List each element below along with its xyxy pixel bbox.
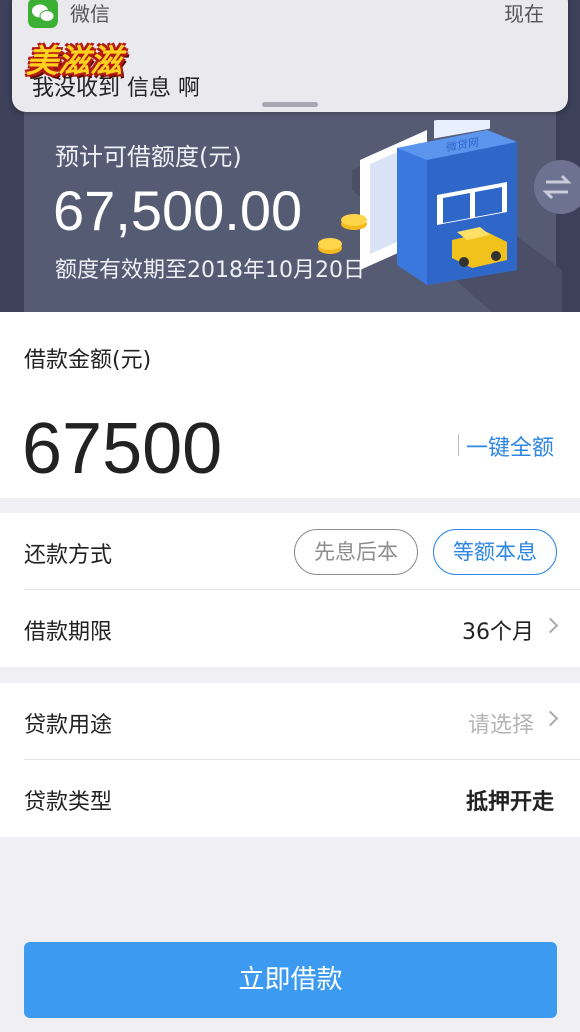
sticker-overlay: 美滋滋: [26, 42, 123, 80]
quota-value: 67,500.00: [53, 179, 303, 242]
loan-amount-section: 借款金额(元) 67500 一键全额: [0, 312, 580, 498]
repayment-option-interest-first[interactable]: 先息后本: [294, 529, 418, 575]
bank-building-illustration: 微贷网: [318, 120, 562, 312]
wechat-icon: [28, 0, 58, 28]
loan-type-row: 贷款类型 抵押开走: [0, 760, 580, 837]
loan-type-value: 抵押开走: [465, 790, 554, 815]
repayment-method-row: 还款方式 先息后本 等额本息: [0, 513, 580, 590]
repayment-method-label: 还款方式: [24, 543, 113, 568]
chevron-right-icon: [542, 617, 559, 634]
borrow-now-button[interactable]: 立即借款: [24, 942, 557, 1018]
loan-type-label: 贷款类型: [24, 790, 113, 815]
loan-amount-input[interactable]: 67500: [22, 408, 222, 490]
notification-time: 现在: [504, 2, 544, 26]
loan-term-label: 借款期限: [24, 620, 113, 645]
loan-amount-label: 借款金额(元): [24, 348, 152, 373]
loan-term-value: 36个月: [462, 620, 534, 645]
repayment-option-equal-installment[interactable]: 等额本息: [433, 529, 557, 575]
loan-purpose-placeholder: 请选择: [467, 713, 534, 738]
loan-purpose-label: 贷款用途: [24, 713, 113, 738]
loan-term-row[interactable]: 借款期限 36个月: [0, 590, 580, 667]
swap-icon[interactable]: [534, 160, 580, 214]
notification-handle[interactable]: [262, 102, 318, 107]
notification-app-name: 微信: [70, 2, 110, 26]
chevron-right-icon: [542, 710, 559, 727]
full-amount-link[interactable]: 一键全额: [457, 430, 554, 462]
loan-purpose-row[interactable]: 贷款用途 请选择: [0, 683, 580, 760]
quota-label: 预计可借额度(元): [55, 143, 242, 171]
